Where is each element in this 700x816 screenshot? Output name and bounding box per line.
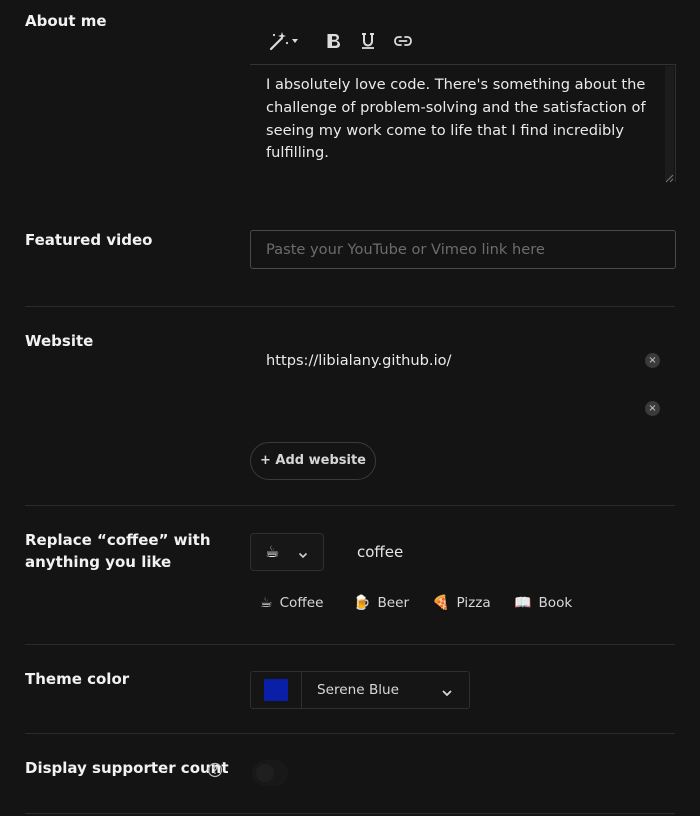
chevron-down-icon bbox=[441, 684, 453, 703]
website-label: Website bbox=[25, 332, 94, 350]
beer-emoji-icon: 🍺 bbox=[353, 595, 371, 611]
editor-scrollbar[interactable] bbox=[665, 66, 674, 180]
emoji-select[interactable]: ☕ bbox=[250, 533, 324, 571]
coffee-word-input[interactable]: coffee bbox=[357, 541, 403, 563]
option-pizza[interactable]: 🍕 Pizza bbox=[432, 592, 491, 614]
magic-wand-icon[interactable] bbox=[268, 28, 302, 54]
supporter-count-toggle[interactable] bbox=[252, 760, 288, 786]
theme-color-label: Theme color bbox=[25, 670, 130, 688]
clear-website-1-icon[interactable]: × bbox=[645, 353, 660, 368]
option-label: Coffee bbox=[279, 595, 324, 611]
theme-color-select[interactable]: Serene Blue bbox=[250, 671, 470, 709]
help-circle-icon[interactable] bbox=[207, 762, 223, 782]
option-book[interactable]: 📖 Book bbox=[514, 592, 572, 614]
replace-coffee-label: Replace “coffee” with anything you like bbox=[25, 531, 211, 571]
theme-color-name: Serene Blue bbox=[317, 682, 400, 698]
featured-video-input[interactable] bbox=[250, 230, 676, 269]
about-me-text[interactable]: I absolutely love code. There's somethin… bbox=[266, 74, 656, 165]
profile-settings-page: About me I absolutely love code. There's… bbox=[0, 0, 700, 816]
color-swatch bbox=[264, 679, 288, 701]
website-url-1[interactable]: https://libialany.github.io/ bbox=[266, 350, 451, 372]
option-label: Book bbox=[538, 595, 573, 611]
coffee-emoji-icon: ☕ bbox=[260, 595, 273, 611]
add-website-button[interactable]: + Add website bbox=[250, 442, 376, 480]
option-beer[interactable]: 🍺 Beer bbox=[353, 592, 409, 614]
resize-handle-icon[interactable] bbox=[664, 168, 674, 183]
about-me-label: About me bbox=[25, 12, 107, 30]
chevron-down-icon bbox=[297, 546, 309, 565]
swatch-cell bbox=[251, 672, 302, 708]
divider bbox=[25, 813, 675, 814]
bold-icon[interactable] bbox=[324, 28, 344, 54]
pizza-emoji-icon: 🍕 bbox=[432, 595, 450, 611]
divider bbox=[25, 733, 675, 734]
book-emoji-icon: 📖 bbox=[514, 595, 532, 611]
website-url-2[interactable] bbox=[266, 398, 636, 420]
option-label: Pizza bbox=[456, 595, 491, 611]
supporter-count-label: Display supporter count bbox=[25, 759, 229, 777]
featured-video-label: Featured video bbox=[25, 231, 153, 249]
toggle-knob bbox=[256, 764, 274, 782]
divider bbox=[25, 644, 675, 645]
option-coffee[interactable]: ☕ Coffee bbox=[260, 592, 323, 614]
clear-website-2-icon[interactable]: × bbox=[645, 401, 660, 416]
divider bbox=[25, 505, 675, 506]
option-label: Beer bbox=[377, 595, 410, 611]
underline-icon[interactable] bbox=[358, 28, 378, 54]
link-icon[interactable] bbox=[392, 28, 414, 54]
selected-emoji: ☕ bbox=[265, 542, 280, 561]
divider bbox=[25, 306, 675, 307]
